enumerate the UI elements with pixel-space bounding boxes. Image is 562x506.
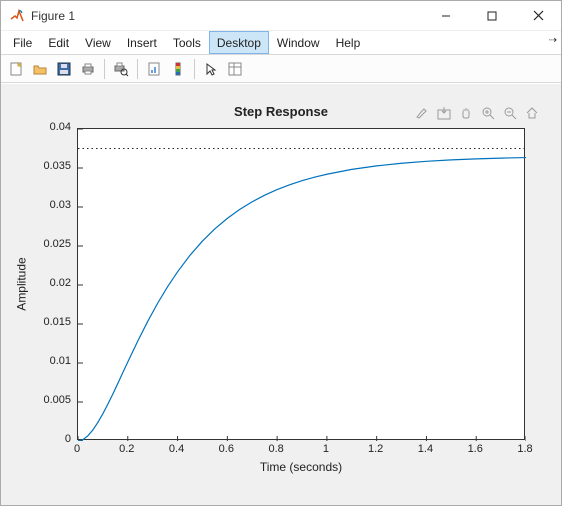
menu-tools[interactable]: Tools: [165, 31, 209, 54]
close-button[interactable]: [515, 1, 561, 30]
x-tick-label: 0.6: [211, 443, 241, 455]
y-tick-label: 0.015: [27, 316, 71, 328]
cursor-icon[interactable]: [200, 58, 222, 80]
property-inspector-icon[interactable]: [224, 58, 246, 80]
zoom-out-icon[interactable]: [501, 104, 519, 122]
x-tick-label: 1.6: [460, 443, 490, 455]
x-tick-label: 1: [311, 443, 341, 455]
pan-icon[interactable]: [457, 104, 475, 122]
menu-edit[interactable]: Edit: [40, 31, 77, 54]
zoom-in-icon[interactable]: [479, 104, 497, 122]
print-preview-icon[interactable]: [110, 58, 132, 80]
x-axis-label: Time (seconds): [77, 460, 525, 474]
menu-window[interactable]: Window: [269, 31, 328, 54]
y-tick-label: 0.005: [27, 394, 71, 406]
y-tick-label: 0.01: [27, 355, 71, 367]
menu-desktop[interactable]: Desktop: [209, 31, 269, 54]
open-icon[interactable]: [29, 58, 51, 80]
export-icon[interactable]: [435, 104, 453, 122]
menu-help[interactable]: Help: [328, 31, 369, 54]
x-tick-label: 1.4: [410, 443, 440, 455]
brush-icon[interactable]: [413, 104, 431, 122]
y-tick-label: 0.04: [27, 121, 71, 133]
minimize-button[interactable]: [423, 1, 469, 30]
menu-file[interactable]: File: [5, 31, 40, 54]
y-tick-label: 0.035: [27, 160, 71, 172]
titlebar: Figure 1: [1, 1, 561, 31]
matlab-icon: [9, 8, 25, 24]
y-tick-label: 0.03: [27, 199, 71, 211]
toolbar: [1, 55, 561, 83]
y-tick-label: 0.025: [27, 238, 71, 250]
colorbar-icon[interactable]: [167, 58, 189, 80]
y-tick-label: 0: [27, 433, 71, 445]
home-icon[interactable]: [523, 104, 541, 122]
print-icon[interactable]: [77, 58, 99, 80]
maximize-button[interactable]: [469, 1, 515, 30]
save-icon[interactable]: [53, 58, 75, 80]
link-plot-icon[interactable]: [143, 58, 165, 80]
window-title: Figure 1: [31, 9, 75, 23]
x-tick-label: 0.4: [162, 443, 192, 455]
menu-view[interactable]: View: [77, 31, 119, 54]
menu-insert[interactable]: Insert: [119, 31, 165, 54]
axes[interactable]: [77, 128, 525, 440]
figure-area: Step Response Amplitude Time (seconds) 0…: [1, 84, 561, 505]
x-tick-label: 1.2: [361, 443, 391, 455]
menubar: FileEditViewInsertToolsDesktopWindowHelp…: [1, 31, 561, 55]
axes-toolbar: [413, 104, 541, 122]
dock-arrow-icon[interactable]: ⇢: [549, 35, 557, 46]
y-tick-label: 0.02: [27, 277, 71, 289]
new-figure-icon[interactable]: [5, 58, 27, 80]
x-tick-label: 0.2: [112, 443, 142, 455]
x-tick-label: 0.8: [261, 443, 291, 455]
x-tick-label: 1.8: [510, 443, 540, 455]
